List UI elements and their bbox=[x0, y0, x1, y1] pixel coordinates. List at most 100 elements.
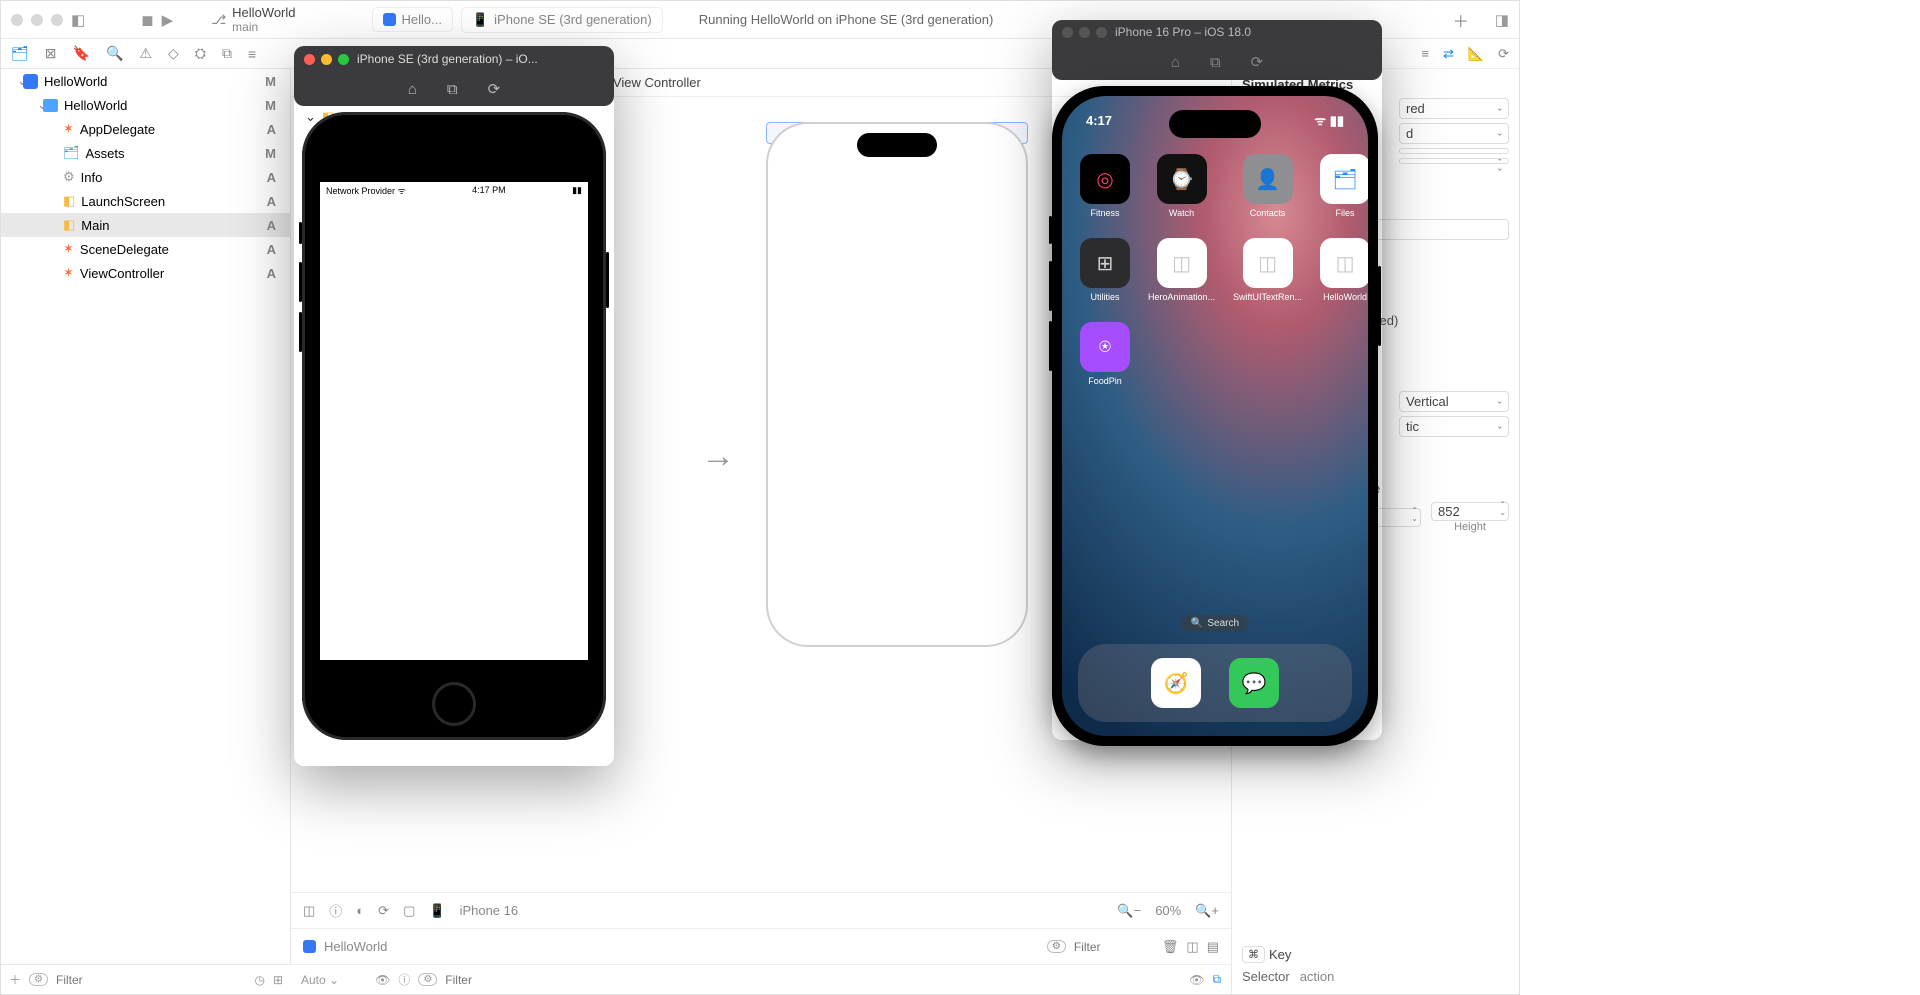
app-utilities[interactable]: ⊞Utilities bbox=[1080, 238, 1130, 302]
trash-icon[interactable]: 🗑 bbox=[1162, 939, 1179, 955]
nav-file-main[interactable]: ◧MainA bbox=[1, 213, 290, 237]
zoom-in-button[interactable]: 🔍+ bbox=[1195, 903, 1219, 919]
app-foodpin[interactable]: ⍟FoodPin bbox=[1080, 322, 1130, 386]
insp-popup-vertical[interactable]: Vertical bbox=[1399, 391, 1509, 412]
appearance-icon[interactable]: ◐ bbox=[356, 903, 364, 918]
home-button-icon[interactable]: ⌂ bbox=[1171, 54, 1180, 71]
simulator-iphone-se-window[interactable]: iPhone SE (3rd generation) – iO... ⌂ ⧉ ⟳… bbox=[294, 46, 614, 766]
swift-icon: ✶ bbox=[63, 241, 74, 257]
add-file-button[interactable]: ＋ bbox=[9, 971, 21, 988]
app-label: Contacts bbox=[1250, 208, 1286, 218]
app-contacts[interactable]: 👤Contacts bbox=[1233, 154, 1302, 218]
screenshot-icon[interactable]: ⧉ bbox=[1210, 54, 1221, 71]
app-fitness[interactable]: ◎Fitness bbox=[1080, 154, 1130, 218]
height-stepper[interactable]: 852 bbox=[1431, 502, 1509, 521]
nav-file-launchscreen[interactable]: ◧LaunchScreenA bbox=[1, 189, 290, 213]
simmetric-select[interactable]: d bbox=[1399, 123, 1509, 144]
debug-navigator-icon[interactable]: ⛭ bbox=[195, 45, 206, 62]
add-tab-button[interactable]: ＋ bbox=[1453, 8, 1469, 32]
nav-file-assets[interactable]: 🗂AssetsM bbox=[1, 141, 290, 165]
iphone-se-screen[interactable]: Network Provider ᯤ 4:17 PM ▮▮ bbox=[320, 182, 588, 660]
debug-target-label[interactable]: HelloWorld bbox=[324, 939, 387, 954]
right-panel-toggle-icon[interactable]: ◨ bbox=[1495, 11, 1509, 29]
recent-filter-icon[interactable]: ◷ bbox=[254, 973, 264, 987]
outline-toggle-icon[interactable]: ◫ bbox=[303, 903, 315, 919]
split-console-icon[interactable]: ◫ bbox=[1186, 939, 1198, 955]
editor-options-icon[interactable]: ≡ bbox=[1421, 46, 1429, 61]
home-button-icon[interactable]: ⌂ bbox=[408, 81, 417, 98]
console-icon[interactable]: ▤ bbox=[1207, 939, 1219, 955]
filter-scope-button[interactable]: ⚙ bbox=[29, 973, 48, 986]
sim-16-titlebar[interactable]: iPhone 16 Pro – iOS 18.0 bbox=[1052, 20, 1382, 44]
app-helloworld[interactable]: ◫HelloWorld bbox=[1320, 238, 1368, 302]
report-navigator-icon[interactable]: ≡ bbox=[248, 46, 256, 62]
dock-app-safari[interactable]: 🧭 bbox=[1151, 658, 1201, 708]
refresh-icon[interactable]: ⟳ bbox=[1498, 46, 1509, 62]
filter-scope-button[interactable]: ⚙ bbox=[1047, 940, 1066, 953]
info-icon[interactable]: ⓘ bbox=[398, 971, 410, 988]
scm-filter-icon[interactable]: ⊞ bbox=[273, 973, 283, 987]
device-label[interactable]: iPhone 16 bbox=[460, 903, 519, 918]
app-files[interactable]: 🗂Files bbox=[1320, 154, 1368, 218]
dock-app-messages[interactable]: 💬 bbox=[1229, 658, 1279, 708]
hierarchy-icon[interactable]: ⧉ bbox=[1212, 972, 1221, 987]
sim-se-titlebar[interactable]: iPhone SE (3rd generation) – iO... bbox=[294, 46, 614, 72]
debug-filter-input[interactable] bbox=[1074, 940, 1154, 954]
device-picker-icon[interactable]: 📱 bbox=[429, 903, 445, 919]
simmetric-select[interactable]: red bbox=[1399, 98, 1509, 119]
tab-hello[interactable]: Hello... bbox=[372, 7, 453, 32]
test-navigator-icon[interactable]: ◇ bbox=[168, 45, 179, 62]
navigator-filter-input[interactable] bbox=[56, 973, 246, 987]
issue-navigator-icon[interactable]: ⚠ bbox=[139, 45, 152, 62]
zoom-out-button[interactable]: 🔍− bbox=[1117, 903, 1141, 919]
rotate-icon[interactable]: ⟳ bbox=[488, 80, 501, 98]
editor-filter-input[interactable] bbox=[445, 973, 809, 987]
home-button[interactable] bbox=[432, 682, 476, 726]
adjust-icon[interactable]: ⇄ bbox=[1443, 46, 1454, 62]
simmetric-select[interactable] bbox=[1399, 148, 1509, 154]
bookmark-navigator-icon[interactable]: 🔖 bbox=[73, 45, 90, 62]
screenshot-icon[interactable]: ⧉ bbox=[447, 81, 458, 98]
project-navigator-icon[interactable]: 🗂 bbox=[11, 45, 29, 62]
nav-file-info[interactable]: ⚙InfoA bbox=[1, 165, 290, 189]
insp-popup-tic[interactable]: tic bbox=[1399, 416, 1509, 437]
sidebar-toggle-icon[interactable]: ◧ bbox=[71, 11, 85, 29]
nav-file-appdelegate[interactable]: ✶AppDelegateA bbox=[1, 117, 290, 141]
disclosure-icon[interactable]: ⌄ bbox=[7, 73, 17, 89]
simulator-iphone-16-pro-window[interactable]: iPhone 16 Pro – iOS 18.0 ⌂ ⧉ ⟳ 4:17 ᯤ ▮▮… bbox=[1052, 20, 1382, 740]
constraints-icon[interactable]: ▢ bbox=[403, 903, 415, 919]
orientation-icon[interactable]: ⟳ bbox=[378, 903, 389, 919]
app-watch[interactable]: ⌚Watch bbox=[1148, 154, 1215, 218]
sim-16-traffic-lights[interactable] bbox=[1062, 27, 1107, 38]
spotlight-search-pill[interactable]: 🔍 Search bbox=[1181, 615, 1249, 632]
scheme-selector[interactable]: ⎇ HelloWorld main bbox=[211, 5, 295, 34]
initial-vc-arrow-icon[interactable]: → bbox=[701, 437, 735, 476]
stop-button[interactable]: ◼ bbox=[141, 11, 153, 29]
view-icon[interactable]: 👁 bbox=[1189, 973, 1204, 987]
nav-group[interactable]: ⌄ HelloWorld M bbox=[1, 93, 290, 117]
breakpoint-navigator-icon[interactable]: ⧉ bbox=[222, 45, 232, 62]
canvas-device-frame[interactable] bbox=[766, 122, 1028, 647]
filter-scope-button[interactable]: ⚙ bbox=[418, 973, 437, 986]
window-traffic-lights[interactable] bbox=[11, 14, 63, 26]
sim-se-traffic-lights[interactable] bbox=[304, 54, 349, 65]
key-modifier-chip[interactable]: ⌘ bbox=[1242, 946, 1265, 963]
app-swiftuitextren[interactable]: ◫SwiftUITextRen... bbox=[1233, 238, 1302, 302]
auto-layout-popup[interactable]: Auto ⌄ bbox=[301, 973, 339, 987]
nav-file-viewcontroller[interactable]: ✶ViewControllerA bbox=[1, 261, 290, 285]
nav-file-scenedelegate[interactable]: ✶SceneDelegateA bbox=[1, 237, 290, 261]
ruler-icon[interactable]: 📐 bbox=[1468, 46, 1484, 62]
tab-device[interactable]: 📱 iPhone SE (3rd generation) bbox=[461, 7, 663, 33]
view-debug-icon[interactable]: 👁 bbox=[375, 973, 390, 987]
rotate-icon[interactable]: ⟳ bbox=[1251, 53, 1264, 71]
iphone-16-pro-screen[interactable]: 4:17 ᯤ ▮▮ ◎Fitness⌚Watch👤Contacts🗂Files⊞… bbox=[1062, 96, 1368, 736]
run-button[interactable]: ▶ bbox=[162, 11, 174, 29]
app-heroanimation[interactable]: ◫HeroAnimation... bbox=[1148, 238, 1215, 302]
find-navigator-icon[interactable]: 🔍 bbox=[106, 45, 123, 62]
zoom-label[interactable]: 60% bbox=[1155, 903, 1181, 918]
symbol-navigator-icon[interactable]: ⊠ bbox=[45, 45, 57, 62]
disclosure-icon[interactable]: ⌄ bbox=[7, 97, 37, 113]
simmetric-select[interactable] bbox=[1399, 158, 1509, 164]
help-icon[interactable]: ⓘ bbox=[329, 901, 342, 920]
nav-root[interactable]: ⌄ HelloWorld M bbox=[1, 69, 290, 93]
